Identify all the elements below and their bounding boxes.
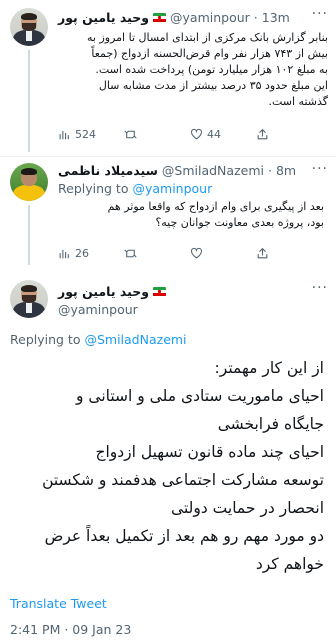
tweet-text: از این کار مهمتر: احیای ماموریت ستادی مل… [8,354,324,578]
views-icon [59,249,69,259]
replying-to: Replying to @yaminpour [58,181,212,196]
replying-to-label: Replying to [58,181,129,196]
tweet-text-line: از این کار مهمتر: [214,359,324,377]
tweet-text-line: بعد از پیگیری برای وام ازدواج که واقعا م… [107,200,324,213]
iran-flag-icon [153,286,167,297]
tweet-header: وحید یامین پور [58,284,167,299]
translate-tweet-link[interactable]: Translate Tweet [10,596,107,611]
tweet-text-line: توسعه مشارکت اجتماعی هدفمند و شکستن [42,471,324,489]
avatar-smiladnazemi[interactable] [10,163,48,201]
avatar-yaminpour[interactable] [10,8,48,46]
like-button[interactable] [190,247,256,260]
tweet-yaminpour-reply-focused[interactable]: وحید یامین پور @yaminpour ··· Replying t… [0,270,336,640]
thread-line [28,50,30,152]
replying-to-label: Replying to [10,332,81,347]
tweet-text-line: احیای چند ماده قانون تسهیل ازدواج [95,443,324,461]
retweet-button[interactable] [124,247,190,260]
user-handle[interactable]: @yaminpour [58,302,138,317]
display-name[interactable]: وحید یامین پور [58,10,149,25]
more-options-icon[interactable]: ··· [312,280,328,296]
tweet-header: وحید یامین پور @yaminpour · 13m [58,10,290,25]
tweet-yaminpour-loan-report[interactable]: وحید یامین پور @yaminpour · 13m ··· بناب… [0,0,336,152]
heart-icon [191,128,202,140]
views-count: 26 [75,247,89,260]
share-button[interactable] [256,247,269,260]
tweet-header: سیدمیلاد ناظمی @SmiladNazemi · 8m [58,163,297,178]
tweet-text-line: دو مورد مهم رو هم بعد از تکمیل بعداً عرض [44,527,324,545]
views-count: 524 [75,128,96,141]
user-handle[interactable]: @yaminpour [170,10,250,25]
heart-icon [191,247,202,259]
tweet-text-line: بیش از ۷۴۳ هزار نفر وام قرض‌الحسنه ازدوا… [91,47,328,60]
tweet-time[interactable]: 13m [262,10,290,25]
tweet-text-line: انحصار در حمایت دولتی [171,499,324,517]
tweet-text-line: بنابر گزارش بانک مرکزی از ابتدای امسال ت… [87,31,328,44]
retweet-icon [124,249,137,258]
like-button[interactable]: 44 [190,128,256,141]
display-name[interactable]: سیدمیلاد ناظمی [58,163,158,178]
tweet-time[interactable]: 8m [276,163,296,178]
tweet-actions: 524 44 [58,128,328,141]
share-icon [257,248,268,259]
tweet-text: بعد از پیگیری برای وام ازدواج که واقعا م… [58,199,324,231]
tweet-text-line: احیای ماموریت ستادی ملی و استانی و [75,387,324,405]
user-handle[interactable]: @SmiladNazemi [162,163,264,178]
tweet-smiladnazemi-question[interactable]: سیدمیلاد ناظمی @SmiladNazemi · 8m ··· Re… [0,157,336,265]
tweet-text-line: جایگاه فرابخشی [217,415,324,433]
views-button[interactable]: 26 [58,247,124,260]
like-count: 44 [207,128,221,141]
replying-to-link[interactable]: @SmiladNazemi [84,332,186,347]
tweet-text-line: گذشته است. [268,95,328,108]
display-name[interactable]: وحید یامین پور [58,284,149,299]
tweet-text-line: بود، پروژه بعدی معاونت جوانان چیه؟ [155,216,324,229]
tweet-text-line: به مبلغ ۱۰۲ هزار میلیارد تومن) پرداخت شد… [95,63,328,76]
tweet-text-line: این مبلغ حدود ۳۵ درصد بیشتر از مدت مشابه… [98,79,328,92]
more-options-icon[interactable]: ··· [312,161,328,177]
views-button[interactable]: 524 [58,128,124,141]
iran-flag-icon [153,12,167,23]
tweet-actions: 26 [58,247,328,260]
tweet-text: بنابر گزارش بانک مرکزی از ابتدای امسال ت… [58,30,328,110]
thread-line [28,205,30,265]
retweet-icon [124,130,137,139]
share-button[interactable] [256,128,269,141]
avatar-yaminpour[interactable] [10,280,48,318]
tweet-text-line: خواهم کرد [255,555,324,573]
more-options-icon[interactable]: ··· [312,6,328,22]
retweet-button[interactable] [124,128,190,141]
share-icon [257,129,268,140]
replying-to: Replying to @SmiladNazemi [10,332,187,347]
tweet-timestamp[interactable]: 2:41 PM · 09 Jan 23 [10,622,131,637]
views-icon [59,130,69,140]
replying-to-link[interactable]: @yaminpour [132,181,212,196]
